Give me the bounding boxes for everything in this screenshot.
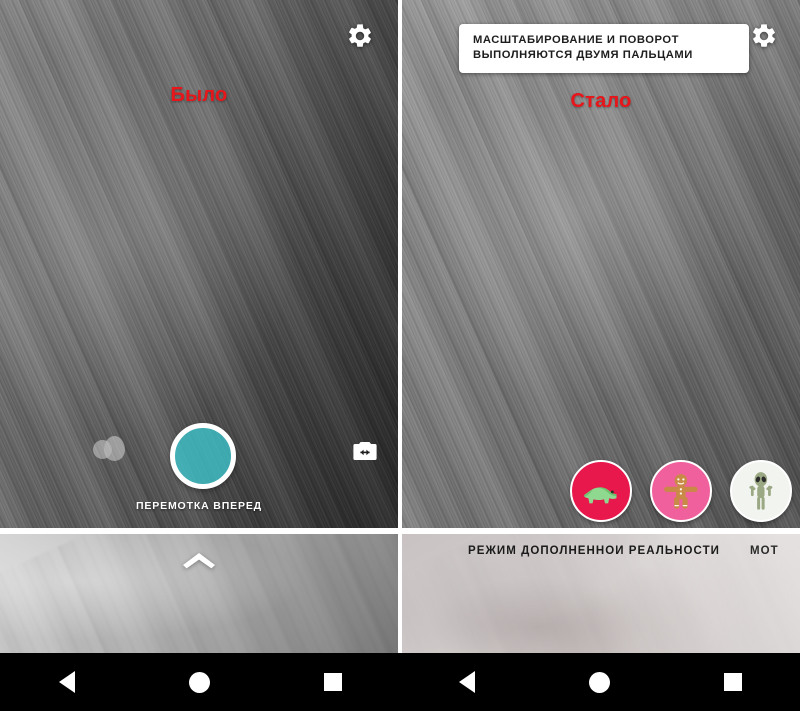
sticker-alien[interactable] (730, 460, 792, 522)
panel-before: Было ПЕРЕМОТКА ВПЕРЕД (0, 0, 398, 528)
hint-tooltip: МАСШТАБИРОВАНИЕ И ПОВОРОТ ВЫПОЛНЯЮТСЯ ДВ… (459, 24, 749, 73)
camera-flip-icon[interactable] (352, 440, 378, 462)
marker-after: Стало (570, 90, 632, 112)
gallery-thumbnail-icon[interactable] (93, 436, 125, 464)
home-button[interactable] (573, 653, 627, 711)
navigation-group-right (400, 653, 800, 711)
mode-tab-next[interactable]: МОТ (750, 545, 779, 557)
gear-icon[interactable] (750, 22, 778, 50)
camera-viewfinder-after (402, 0, 800, 528)
panel-mode-selector: РЕЖИМ ДОПОЛНЕННОЙ РЕАЛЬНОСТИ МОТ (402, 534, 800, 653)
screenshot-root: Было ПЕРЕМОТКА ВПЕРЕД МАСШТАБИРОВАНИЕ И … (0, 0, 800, 711)
recents-button[interactable] (306, 653, 360, 711)
back-icon (58, 671, 75, 693)
shutter-caption-before: ПЕРЕМОТКА ВПЕРЕД (135, 500, 263, 512)
tooltip-line-2: ВЫПОЛНЯЮТСЯ ДВУМЯ ПАЛЬЦАМИ (473, 49, 693, 61)
panel-mode-drawer (0, 534, 398, 653)
mode-tab-strip[interactable]: РЕЖИМ ДОПОЛНЕННОЙ РЕАЛЬНОСТИ МОТ (402, 545, 800, 557)
navigation-group-left (0, 653, 400, 711)
back-button[interactable] (440, 653, 494, 711)
recents-icon (724, 673, 743, 691)
gallery-circle-b (104, 436, 125, 461)
home-icon (189, 671, 211, 693)
chevron-up-icon[interactable] (182, 552, 216, 569)
panel-after: МАСШТАБИРОВАНИЕ И ПОВОРОТ ВЫПОЛНЯЮТСЯ ДВ… (402, 0, 800, 528)
back-button[interactable] (40, 653, 94, 711)
gear-icon[interactable] (346, 22, 374, 50)
tooltip-line-1: МАСШТАБИРОВАНИЕ И ПОВОРОТ (473, 34, 680, 46)
home-icon (589, 671, 611, 693)
back-icon (458, 671, 475, 693)
marker-before: Было (170, 84, 228, 106)
recents-button[interactable] (706, 653, 760, 711)
mode-tab-ar[interactable]: РЕЖИМ ДОПОЛНЕННОЙ РЕАЛЬНОСТИ (468, 545, 720, 557)
sticker-carousel[interactable] (570, 460, 792, 522)
sticker-gingerbread[interactable] (650, 460, 712, 522)
android-navigation-bar (0, 653, 800, 711)
recents-icon (324, 673, 343, 691)
shutter-button-before[interactable] (170, 423, 236, 489)
home-button[interactable] (173, 653, 227, 711)
sticker-dinosaur[interactable] (570, 460, 632, 522)
